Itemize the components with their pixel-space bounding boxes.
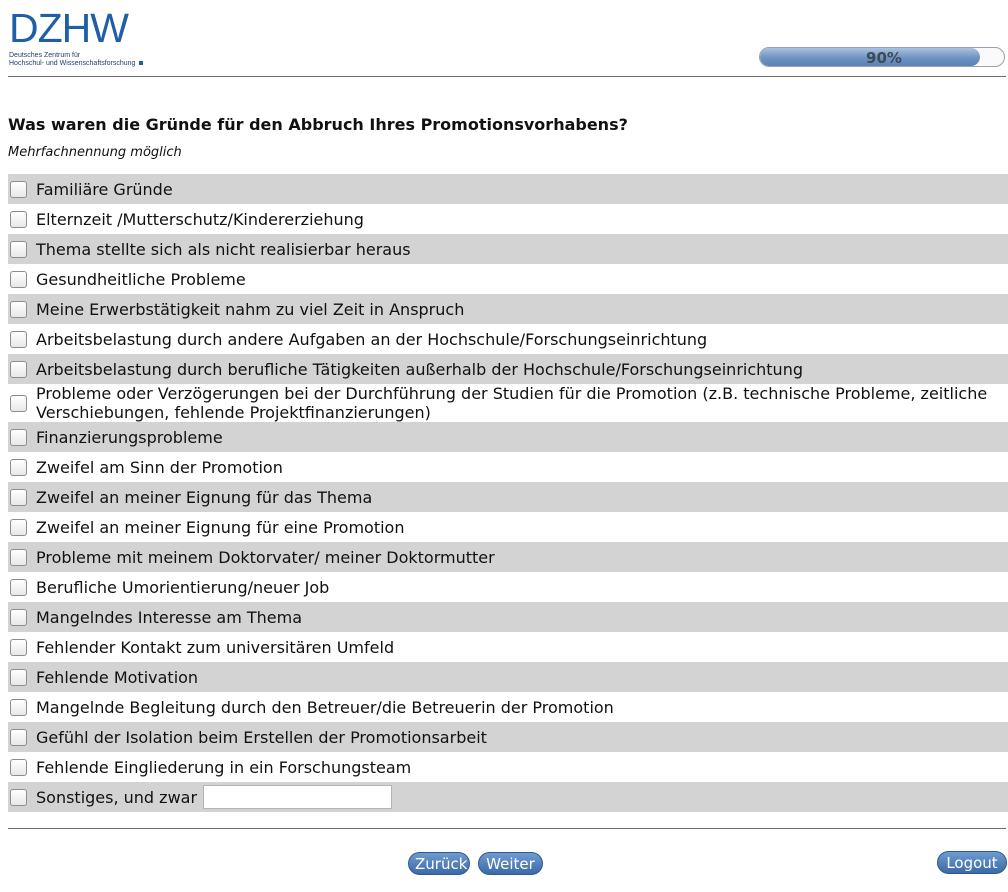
option-row[interactable]: Arbeitsbelastung durch andere Aufgaben a… bbox=[8, 324, 1008, 354]
option-label: Berufliche Umorientierung/neuer Job bbox=[36, 577, 330, 597]
option-checkbox[interactable] bbox=[10, 788, 27, 806]
logout-button[interactable]: Logout bbox=[937, 851, 1007, 874]
option-row[interactable]: Probleme oder Verzögerungen bei der Durc… bbox=[8, 384, 1008, 422]
option-row[interactable]: Gesundheitliche Probleme bbox=[8, 264, 1008, 294]
progress-bar: 90% bbox=[759, 47, 1005, 67]
option-checkbox[interactable] bbox=[10, 758, 27, 776]
option-checkbox[interactable] bbox=[10, 300, 27, 318]
option-row[interactable]: Zweifel an meiner Eignung für eine Promo… bbox=[8, 512, 1008, 542]
option-label: Zweifel an meiner Eignung für eine Promo… bbox=[36, 517, 405, 537]
option-checkbox[interactable] bbox=[10, 210, 27, 228]
dzhw-logo: DZHW Deutsches Zentrum für Hochschul- un… bbox=[9, 8, 149, 68]
option-label: Zweifel am Sinn der Promotion bbox=[36, 457, 283, 477]
question-title: Was waren die Gründe für den Abbruch Ihr… bbox=[8, 115, 628, 134]
option-label: Elternzeit /Mutterschutz/Kindererziehung bbox=[36, 209, 364, 229]
option-row[interactable]: Mangelndes Interesse am Thema bbox=[8, 602, 1008, 632]
option-label: Meine Erwerbstätigkeit nahm zu viel Zeit… bbox=[36, 299, 465, 319]
option-checkbox[interactable] bbox=[10, 668, 27, 686]
option-label: Finanzierungsprobleme bbox=[36, 427, 223, 447]
option-row[interactable]: Familiäre Gründe bbox=[8, 174, 1008, 204]
option-row[interactable]: Elternzeit /Mutterschutz/Kindererziehung bbox=[8, 204, 1008, 234]
option-label: Arbeitsbelastung durch andere Aufgaben a… bbox=[36, 329, 708, 349]
option-row[interactable]: Gefühl der Isolation beim Erstellen der … bbox=[8, 722, 1008, 752]
footer-divider bbox=[8, 828, 1006, 829]
option-row[interactable]: Zweifel an meiner Eignung für das Thema bbox=[8, 482, 1008, 512]
option-checkbox[interactable] bbox=[10, 638, 27, 656]
option-row[interactable]: Berufliche Umorientierung/neuer Job bbox=[8, 572, 1008, 602]
option-row[interactable]: Fehlende Motivation bbox=[8, 662, 1008, 692]
option-label: Fehlende Eingliederung in ein Forschungs… bbox=[36, 757, 412, 777]
option-checkbox[interactable] bbox=[10, 240, 27, 258]
option-checkbox[interactable] bbox=[10, 270, 27, 288]
option-row[interactable]: Meine Erwerbstätigkeit nahm zu viel Zeit… bbox=[8, 294, 1008, 324]
option-label: Thema stellte sich als nicht realisierba… bbox=[36, 239, 411, 259]
question-hint: Mehrfachnennung möglich bbox=[8, 145, 182, 160]
option-label: Familiäre Gründe bbox=[36, 179, 173, 199]
options-list: Familiäre Gründe Elternzeit /Mutterschutz… bbox=[8, 174, 1008, 812]
header: DZHW Deutsches Zentrum für Hochschul- un… bbox=[0, 0, 1008, 78]
logo-subtitle-line2: Hochschul- und Wissenschaftsforschung bbox=[9, 60, 149, 68]
option-label: Mangelnde Begleitung durch den Betreuer/… bbox=[36, 697, 614, 717]
option-label: Gefühl der Isolation beim Erstellen der … bbox=[36, 727, 487, 747]
option-checkbox[interactable] bbox=[10, 360, 27, 378]
option-label: Mangelndes Interesse am Thema bbox=[36, 607, 303, 627]
option-label: Fehlender Kontakt zum universitären Umfe… bbox=[36, 637, 395, 657]
logo-square-icon bbox=[139, 61, 144, 66]
option-row[interactable]: Zweifel am Sinn der Promotion bbox=[8, 452, 1008, 482]
option-checkbox[interactable] bbox=[10, 518, 27, 536]
option-checkbox[interactable] bbox=[10, 330, 27, 348]
logo-subtitle-line1: Deutsches Zentrum für bbox=[9, 52, 81, 59]
option-row[interactable]: Finanzierungsprobleme bbox=[8, 422, 1008, 452]
option-checkbox[interactable] bbox=[10, 428, 27, 446]
option-row[interactable]: Mangelnde Begleitung durch den Betreuer/… bbox=[8, 692, 1008, 722]
other-text-field[interactable] bbox=[203, 785, 393, 809]
option-row[interactable]: Probleme mit meinem Doktorvater/ meiner … bbox=[8, 542, 1008, 572]
option-row[interactable]: Fehlende Eingliederung in ein Forschungs… bbox=[8, 752, 1008, 782]
option-checkbox[interactable] bbox=[10, 548, 27, 566]
option-checkbox[interactable] bbox=[10, 728, 27, 746]
option-label: Sonstiges, und zwar bbox=[36, 787, 198, 807]
option-row[interactable]: Arbeitsbelastung durch berufliche Tätigk… bbox=[8, 354, 1008, 384]
option-label: Probleme mit meinem Doktorvater/ meiner … bbox=[36, 547, 495, 567]
option-checkbox[interactable] bbox=[10, 698, 27, 716]
option-label: Arbeitsbelastung durch berufliche Tätigk… bbox=[36, 359, 803, 379]
option-row[interactable]: Fehlender Kontakt zum universitären Umfe… bbox=[8, 632, 1008, 662]
back-button[interactable]: Zurück bbox=[408, 852, 470, 875]
logo-wordmark: DZHW bbox=[9, 5, 129, 51]
option-label: Zweifel an meiner Eignung für das Thema bbox=[36, 487, 373, 507]
option-row[interactable]: Thema stellte sich als nicht realisierba… bbox=[8, 234, 1008, 264]
option-label: Probleme oder Verzögerungen bei der Durc… bbox=[36, 384, 988, 422]
option-checkbox[interactable] bbox=[10, 608, 27, 626]
logo-subtitle: Deutsches Zentrum für Hochschul- und Wis… bbox=[9, 52, 149, 68]
next-button[interactable]: Weiter bbox=[478, 852, 543, 875]
option-label: Gesundheitliche Probleme bbox=[36, 269, 246, 289]
option-row[interactable]: Sonstiges, und zwar bbox=[8, 782, 1008, 812]
option-checkbox[interactable] bbox=[10, 578, 27, 596]
header-divider bbox=[8, 76, 1006, 77]
option-checkbox[interactable] bbox=[10, 488, 27, 506]
option-checkbox[interactable] bbox=[10, 180, 27, 198]
option-checkbox[interactable] bbox=[10, 458, 27, 476]
option-checkbox[interactable] bbox=[10, 394, 27, 412]
option-label: Fehlende Motivation bbox=[36, 667, 199, 687]
progress-label: 90% bbox=[866, 49, 902, 67]
